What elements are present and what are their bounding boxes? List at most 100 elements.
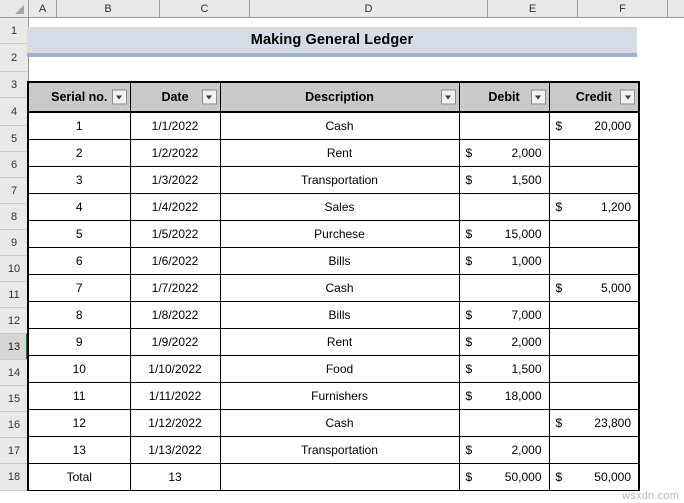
row-header-8[interactable]: 8 xyxy=(0,204,28,230)
cell-credit[interactable] xyxy=(548,436,640,464)
column-description[interactable]: Description xyxy=(219,81,460,113)
column-serial-no[interactable]: Serial no. xyxy=(27,81,131,113)
cell-serial-no[interactable]: 12 xyxy=(27,409,131,437)
column-date[interactable]: Date xyxy=(129,81,221,113)
cell-description[interactable]: Transportation xyxy=(219,166,460,194)
cell-description[interactable]: Purchese xyxy=(219,220,460,248)
cell-debit[interactable]: $2,000 xyxy=(458,139,550,167)
cell-description[interactable]: Transportation xyxy=(219,436,460,464)
cell-serial-no[interactable]: 3 xyxy=(27,166,131,194)
cell-date[interactable]: 1/13/2022 xyxy=(129,436,221,464)
column-header-d[interactable]: D xyxy=(250,0,488,17)
cell-description[interactable]: Sales xyxy=(219,193,460,221)
cell-date[interactable]: 1/7/2022 xyxy=(129,274,221,302)
cell-credit[interactable] xyxy=(548,166,640,194)
cell-total-debit[interactable]: $50,000 xyxy=(458,463,550,491)
cell-credit[interactable] xyxy=(548,328,640,356)
cell-date[interactable]: 1/8/2022 xyxy=(129,301,221,329)
cell-description[interactable]: Cash xyxy=(219,274,460,302)
cell-description[interactable]: Bills xyxy=(219,301,460,329)
column-credit[interactable]: Credit xyxy=(548,81,640,113)
cell-total-label[interactable]: Total xyxy=(27,463,131,491)
cell-description[interactable]: Furnishers xyxy=(219,382,460,410)
column-debit[interactable]: Debit xyxy=(458,81,550,113)
row-header-6[interactable]: 6 xyxy=(0,152,28,178)
cell-date[interactable]: 1/10/2022 xyxy=(129,355,221,383)
cell-date[interactable]: 1/5/2022 xyxy=(129,220,221,248)
cell-total-count[interactable]: 13 xyxy=(129,463,221,491)
row-header-9[interactable]: 9 xyxy=(0,230,28,256)
cell-debit[interactable]: $2,000 xyxy=(458,328,550,356)
cell-serial-no[interactable]: 7 xyxy=(27,274,131,302)
row-header-4[interactable]: 4 xyxy=(0,98,28,126)
row-header-16[interactable]: 16 xyxy=(0,412,28,438)
row-header-17[interactable]: 17 xyxy=(0,438,28,464)
cell-date[interactable]: 1/11/2022 xyxy=(129,382,221,410)
cell-credit[interactable] xyxy=(548,301,640,329)
select-all-corner-icon[interactable] xyxy=(0,0,29,17)
cell-date[interactable]: 1/3/2022 xyxy=(129,166,221,194)
cell-serial-no[interactable]: 9 xyxy=(27,328,131,356)
cell-description[interactable]: Bills xyxy=(219,247,460,275)
cell-description[interactable]: Cash xyxy=(219,409,460,437)
row-header-3[interactable]: 3 xyxy=(0,72,28,98)
cell-debit[interactable]: $1,500 xyxy=(458,166,550,194)
cell-credit[interactable] xyxy=(548,247,640,275)
row-header-2[interactable]: 2 xyxy=(0,44,28,72)
row-header-14[interactable]: 14 xyxy=(0,360,28,386)
filter-dropdown-icon-credit[interactable] xyxy=(620,89,635,105)
cell-date[interactable]: 1/1/2022 xyxy=(129,111,221,140)
cell-debit[interactable]: $1,000 xyxy=(458,247,550,275)
row-header-12[interactable]: 12 xyxy=(0,308,28,334)
cell-description[interactable]: Food xyxy=(219,355,460,383)
cell-debit[interactable]: $7,000 xyxy=(458,301,550,329)
cell-serial-no[interactable]: 8 xyxy=(27,301,131,329)
cell-credit[interactable]: $23,800 xyxy=(548,409,640,437)
cell-serial-no[interactable]: 1 xyxy=(27,111,131,140)
column-header-e[interactable]: E xyxy=(488,0,578,17)
row-header-18[interactable]: 18 xyxy=(0,464,28,491)
row-header-5[interactable]: 5 xyxy=(0,126,28,152)
cell-total-credit[interactable]: $50,000 xyxy=(548,463,640,491)
cell-debit[interactable] xyxy=(458,111,550,140)
column-header-c[interactable]: C xyxy=(160,0,250,17)
cell-serial-no[interactable]: 4 xyxy=(27,193,131,221)
cell-credit[interactable]: $5,000 xyxy=(548,274,640,302)
cell-credit[interactable]: $1,200 xyxy=(548,193,640,221)
cell-credit[interactable] xyxy=(548,355,640,383)
cell-description[interactable]: Rent xyxy=(219,139,460,167)
cell-serial-no[interactable]: 5 xyxy=(27,220,131,248)
cell-date[interactable]: 1/4/2022 xyxy=(129,193,221,221)
row-header-15[interactable]: 15 xyxy=(0,386,28,412)
cell-total-description[interactable] xyxy=(219,463,460,491)
row-header-1[interactable]: 1 xyxy=(0,18,28,44)
filter-dropdown-icon-description[interactable] xyxy=(440,89,456,105)
column-header-b[interactable]: B xyxy=(57,0,160,17)
column-header-f[interactable]: F xyxy=(578,0,668,17)
cell-date[interactable]: 1/12/2022 xyxy=(129,409,221,437)
cell-debit[interactable]: $18,000 xyxy=(458,382,550,410)
cell-debit[interactable]: $15,000 xyxy=(458,220,550,248)
cell-description[interactable]: Rent xyxy=(219,328,460,356)
cell-serial-no[interactable]: 13 xyxy=(27,436,131,464)
cell-debit[interactable] xyxy=(458,274,550,302)
filter-dropdown-icon-serial-no[interactable] xyxy=(111,89,127,105)
cell-serial-no[interactable]: 11 xyxy=(27,382,131,410)
cell-debit[interactable] xyxy=(458,193,550,221)
cell-credit[interactable] xyxy=(548,139,640,167)
cell-serial-no[interactable]: 10 xyxy=(27,355,131,383)
column-header-a[interactable]: A xyxy=(29,0,57,17)
cell-description[interactable]: Cash xyxy=(219,111,460,140)
cell-credit[interactable] xyxy=(548,220,640,248)
cell-debit[interactable]: $2,000 xyxy=(458,436,550,464)
row-header-11[interactable]: 11 xyxy=(0,282,28,308)
filter-dropdown-icon-date[interactable] xyxy=(201,89,217,105)
cell-serial-no[interactable]: 2 xyxy=(27,139,131,167)
cell-date[interactable]: 1/2/2022 xyxy=(129,139,221,167)
cell-debit[interactable]: $1,500 xyxy=(458,355,550,383)
cell-date[interactable]: 1/9/2022 xyxy=(129,328,221,356)
cell-credit[interactable]: $20,000 xyxy=(548,111,640,140)
row-header-13[interactable]: 13 xyxy=(0,334,28,360)
row-header-7[interactable]: 7 xyxy=(0,178,28,204)
filter-dropdown-icon-debit[interactable] xyxy=(530,89,546,105)
